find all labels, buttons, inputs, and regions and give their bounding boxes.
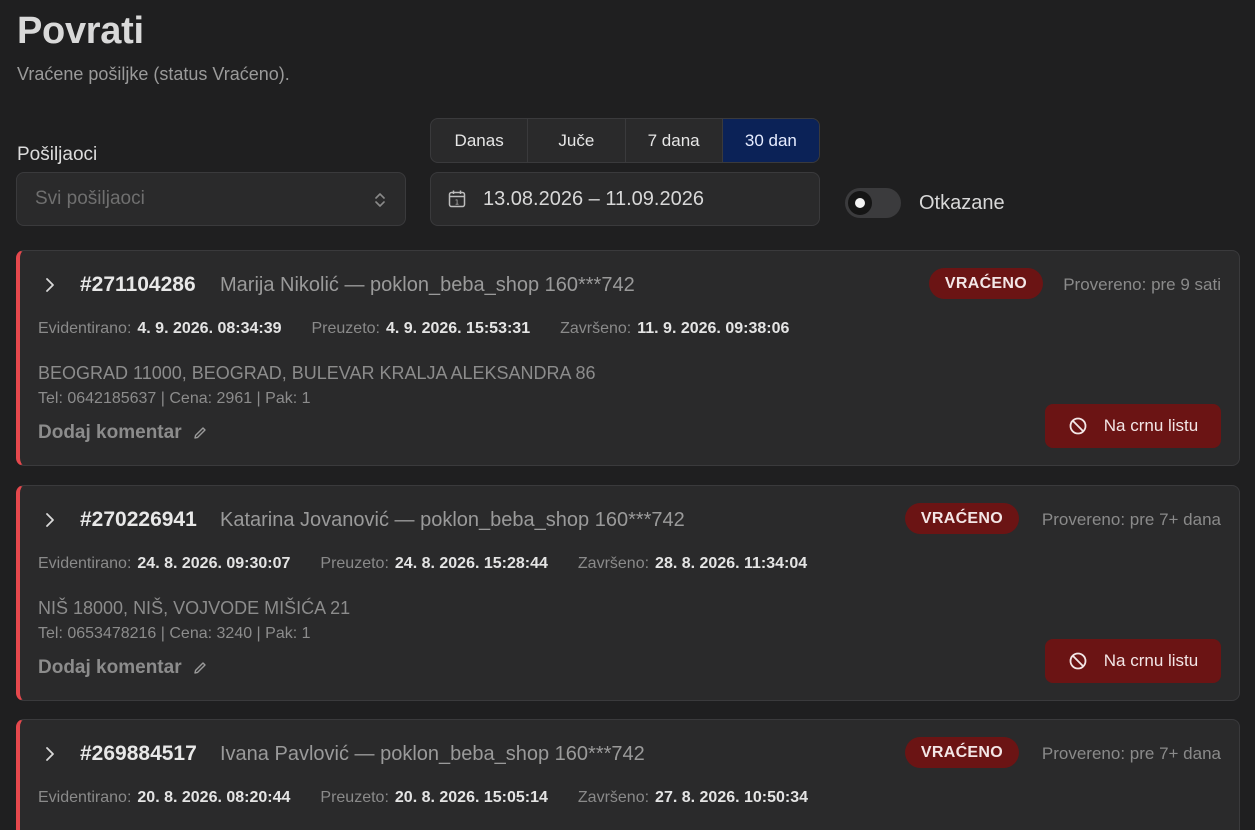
sender-select[interactable]: Svi pošiljaoci xyxy=(16,172,406,226)
completed-label: Završeno: xyxy=(560,320,632,337)
picked-up-label: Preuzeto: xyxy=(320,555,389,572)
chevron-right-icon[interactable] xyxy=(44,512,56,528)
range-yesterday-button[interactable]: Juče xyxy=(528,119,626,162)
date-range-presets: Danas Juče 7 dana 30 dan xyxy=(430,118,820,163)
picked-up-value: 20. 8. 2026. 15:05:14 xyxy=(394,789,548,806)
timestamps: Evidentirano: 20. 8. 2026. 08:20:44 Preuz… xyxy=(38,789,838,807)
picked-up-value: 4. 9. 2026. 15:53:31 xyxy=(385,320,531,337)
svg-text:1: 1 xyxy=(455,199,459,207)
shipment-card: #269884517 Ivana Pavlović — poklon_beba_… xyxy=(16,719,1240,830)
registered-value: 24. 8. 2026. 09:30:07 xyxy=(137,555,291,572)
picked-up-label: Preuzeto: xyxy=(320,789,389,806)
cancelled-toggle-label: Otkazane xyxy=(919,192,1005,214)
registered-value: 4. 9. 2026. 08:34:39 xyxy=(137,320,282,337)
range-today-button[interactable]: Danas xyxy=(431,119,529,162)
checked-time: Provereno: pre 9 sati xyxy=(1063,275,1221,294)
range-30-days-button[interactable]: 30 dan xyxy=(722,119,819,162)
range-7-days-button[interactable]: 7 dana xyxy=(626,119,723,162)
toggle-knob xyxy=(848,191,872,215)
date-range-picker[interactable]: 1 13.08.2026 – 11.09.2026 xyxy=(430,172,820,226)
checked-time: Provereno: pre 7+ dana xyxy=(1041,510,1221,529)
add-comment-label: Dodaj komentar xyxy=(38,422,182,443)
order-id[interactable]: #270226941 xyxy=(80,508,197,532)
ban-icon xyxy=(1069,417,1087,435)
order-id[interactable]: #269884517 xyxy=(80,742,197,766)
cancelled-toggle[interactable] xyxy=(845,188,901,218)
ban-icon xyxy=(1069,652,1087,670)
blacklist-label: Na crnu listu xyxy=(1103,651,1199,670)
add-comment-label: Dodaj komentar xyxy=(38,657,182,678)
registered-label: Evidentirano: xyxy=(38,320,132,337)
status-badge: VRAĆENO xyxy=(904,503,1019,534)
sender-filter-label: Pošiljaoci xyxy=(17,144,98,165)
customer-info: Katarina Jovanović — poklon_beba_shop 16… xyxy=(220,509,685,531)
pencil-icon xyxy=(193,427,206,439)
picked-up-label: Preuzeto: xyxy=(311,320,380,337)
timestamps: Evidentirano: 24. 8. 2026. 09:30:07 Preuz… xyxy=(38,555,837,573)
calendar-icon: 1 xyxy=(448,190,466,208)
completed-value: 27. 8. 2026. 10:50:34 xyxy=(655,789,809,806)
completed-value: 28. 8. 2026. 11:34:04 xyxy=(655,555,808,572)
completed-label: Završeno: xyxy=(577,555,650,572)
completed-label: Završeno: xyxy=(577,789,650,806)
customer-info: Marija Nikolić — poklon_beba_shop 160***… xyxy=(220,274,635,296)
customer-info: Ivana Pavlović — poklon_beba_shop 160***… xyxy=(220,743,645,765)
page-title: Povrati xyxy=(17,10,144,52)
sender-select-value: Svi pošiljaoci xyxy=(35,188,145,209)
registered-label: Evidentirano: xyxy=(38,555,132,572)
add-comment-button[interactable]: Dodaj komentar xyxy=(38,422,208,444)
shipment-card: #270226941 Katarina Jovanović — poklon_b… xyxy=(16,485,1240,701)
registered-label: Evidentirano: xyxy=(38,789,132,806)
shipment-meta: Tel: 0653478216 | Cena: 3240 | Pak: 1 xyxy=(38,625,311,642)
blacklist-button[interactable]: Na crnu listu xyxy=(1045,639,1221,683)
blacklist-button[interactable]: Na crnu listu xyxy=(1045,404,1221,448)
picked-up-value: 24. 8. 2026. 15:28:44 xyxy=(394,555,548,572)
status-badge: VRAĆENO xyxy=(904,737,1019,768)
delivery-address: BEOGRAD 11000, BEOGRAD, BULEVAR KRALJA A… xyxy=(38,363,596,383)
checked-time: Provereno: pre 7+ dana xyxy=(1041,744,1221,763)
shipment-card: #271104286 Marija Nikolić — poklon_beba_… xyxy=(16,250,1240,466)
add-comment-button[interactable]: Dodaj komentar xyxy=(38,657,208,679)
date-range-value: 13.08.2026 – 11.09.2026 xyxy=(483,187,704,210)
chevron-right-icon[interactable] xyxy=(44,746,56,762)
timestamps: Evidentirano: 4. 9. 2026. 08:34:39 Preuze… xyxy=(38,320,819,338)
completed-value: 11. 9. 2026. 09:38:06 xyxy=(637,320,790,337)
page-subtitle: Vraćene pošiljke (status Vraćeno). xyxy=(17,64,290,84)
order-id[interactable]: #271104286 xyxy=(80,273,196,297)
returns-page: Povrati Vraćene pošiljke (status Vraćeno… xyxy=(0,0,1255,830)
status-badge: VRAĆENO xyxy=(928,268,1043,299)
pencil-icon xyxy=(193,662,206,674)
registered-value: 20. 8. 2026. 08:20:44 xyxy=(137,789,291,806)
delivery-address: NIŠ 18000, NIŠ, VOJVODE MIŠIĆA 21 xyxy=(38,598,351,618)
chevron-up-down-icon xyxy=(375,193,385,207)
blacklist-label: Na crnu listu xyxy=(1103,416,1199,435)
chevron-right-icon[interactable] xyxy=(44,277,56,293)
shipment-meta: Tel: 0642185637 | Cena: 2961 | Pak: 1 xyxy=(38,390,311,407)
